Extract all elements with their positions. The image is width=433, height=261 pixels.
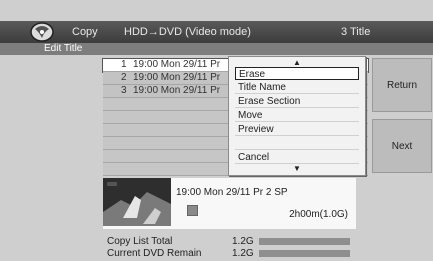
title-number: 3 xyxy=(121,85,127,96)
title-duration: 2h00m(1.0G) xyxy=(289,209,348,220)
menu-item-erase-section[interactable]: Erase Section xyxy=(235,95,359,108)
thumbnail-image xyxy=(103,178,171,226)
title-info: 19:00 Mon 29/11 Pr xyxy=(133,72,221,83)
menu-item-title-name[interactable]: Title Name xyxy=(235,81,359,94)
title-thumbnail xyxy=(103,178,171,226)
return-button[interactable]: Return xyxy=(372,58,432,112)
stat-label: Current DVD Remain xyxy=(107,248,202,259)
title-number: 2 xyxy=(121,72,127,83)
title-datetime: 19:00 Mon 29/11 Pr 2 SP xyxy=(176,187,288,198)
stat-value: 1.2G xyxy=(232,248,254,259)
top-bar: Copy HDD→DVD (Video mode) 3 Title xyxy=(0,0,433,44)
menu-item-cancel[interactable]: Cancel xyxy=(235,151,359,164)
title-strip: Copy HDD→DVD (Video mode) 3 Title xyxy=(0,21,433,43)
mode-label: Copy xyxy=(72,26,98,38)
scroll-down-icon[interactable]: ▼ xyxy=(229,164,365,173)
stat-label: Copy List Total xyxy=(107,236,173,247)
menu-item-move[interactable]: Move xyxy=(235,109,359,122)
title-info: 19:00 Mon 29/11 Pr xyxy=(133,59,221,70)
title-info: 19:00 Mon 29/11 Pr xyxy=(133,85,221,96)
menu-item-empty xyxy=(235,137,359,150)
subheader: Edit Title xyxy=(0,43,433,55)
menu-item-erase[interactable]: Erase xyxy=(235,67,359,80)
scroll-up-icon[interactable]: ▲ xyxy=(229,58,365,67)
title-count: 3 Title xyxy=(341,26,371,38)
copy-path: HDD→DVD (Video mode) xyxy=(124,26,251,38)
stat-bar xyxy=(259,238,350,245)
stat-bar xyxy=(259,250,350,257)
edit-menu: ▲ Erase Title Name Erase Section Move Pr… xyxy=(228,56,366,176)
menu-item-preview[interactable]: Preview xyxy=(235,123,359,136)
next-button[interactable]: Next xyxy=(372,119,432,173)
subheader-label: Edit Title xyxy=(44,43,83,54)
protect-icon xyxy=(187,205,198,216)
disc-copy-icon xyxy=(30,22,54,42)
title-number: 1 xyxy=(121,59,127,70)
stat-value: 1.2G xyxy=(232,236,254,247)
